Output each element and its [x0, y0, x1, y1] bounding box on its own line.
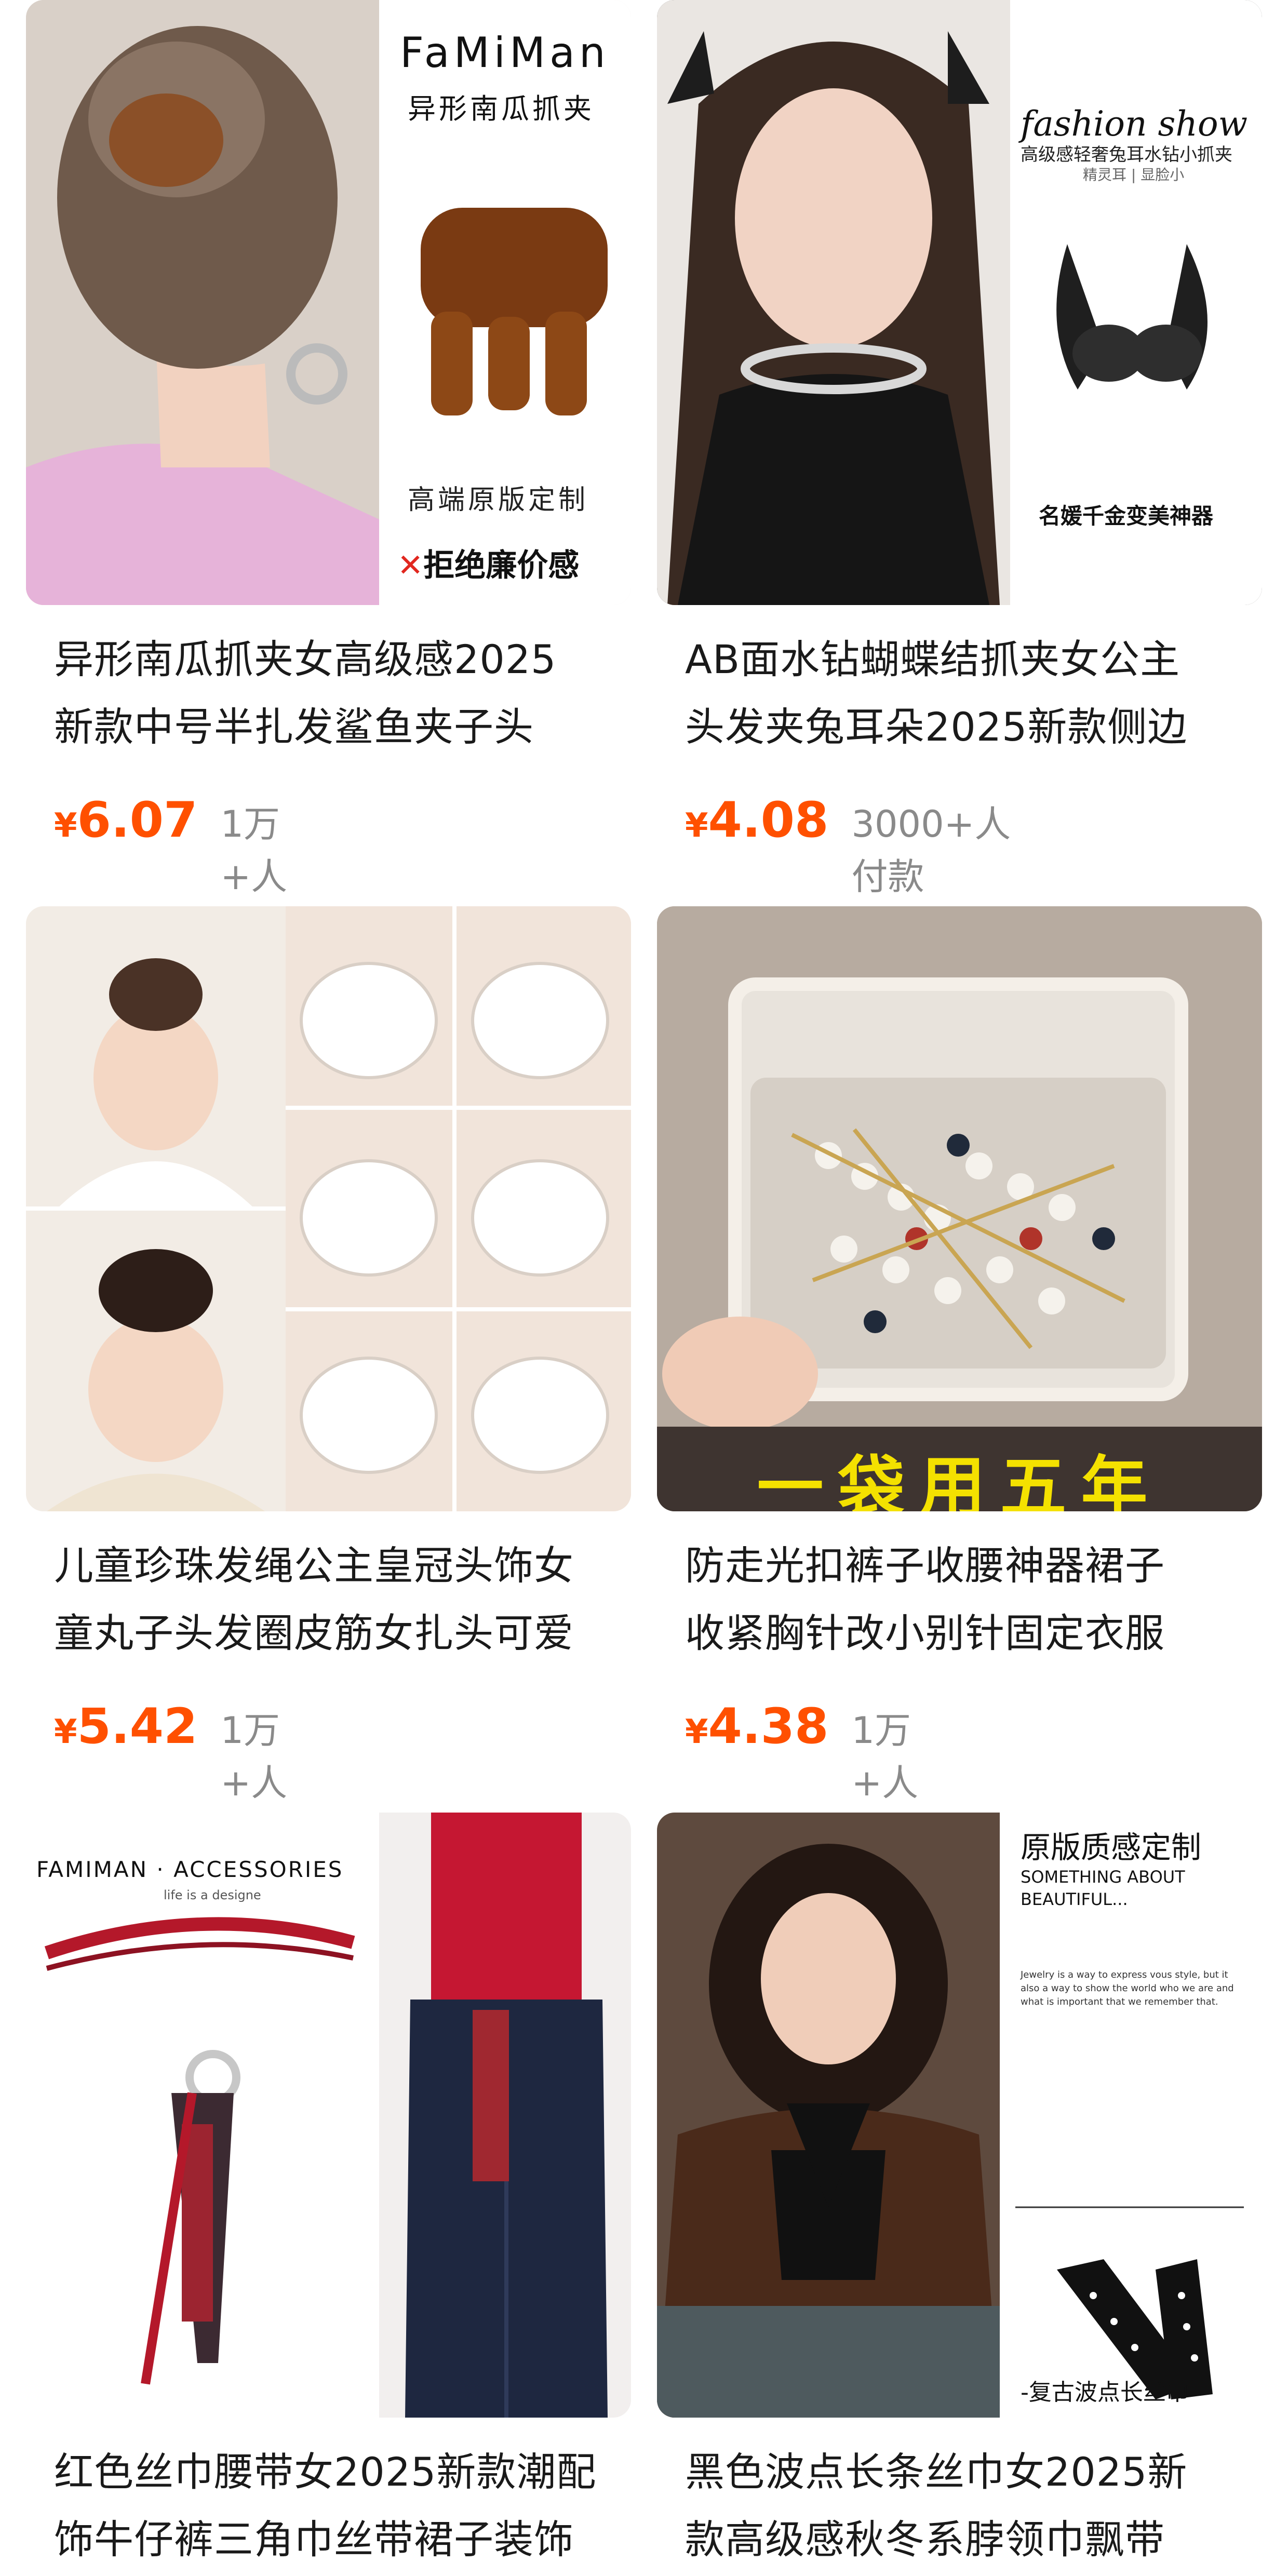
cross-icon: ✕	[397, 547, 424, 584]
product-title-1[interactable]: 异形南瓜抓夹女高级感2025 新款中号半扎发鲨鱼夹子头	[54, 626, 625, 761]
currency-symbol: ¥	[685, 1713, 708, 1751]
red-belt-photo	[26, 1813, 631, 2418]
image-subtitle: 异形南瓜抓夹	[408, 92, 595, 125]
image-english-2: BEAUTIFUL...	[1021, 1889, 1128, 1909]
currency-symbol: ¥	[54, 807, 77, 845]
brand-label: FaMiMan	[400, 29, 610, 77]
product-image-4[interactable]: 一袋用五年	[657, 906, 1262, 1511]
product-title-4[interactable]: 防走光扣裤子收腰神器裙子 收紧胸针改小别针固定衣服	[685, 1532, 1256, 1667]
image-tag-2-text: 拒绝廉价感	[423, 547, 580, 584]
image-small-text: 精灵耳 | 显脸小	[1083, 166, 1185, 183]
image-caption: -复古波点长丝巾-	[1021, 2379, 1197, 2406]
price-row-2: ¥ 4.08 3000+人付款	[685, 792, 1011, 898]
image-english-1: SOMETHING ABOUT	[1021, 1867, 1185, 1887]
image-headline: 原版质感定制	[1021, 1830, 1202, 1865]
polka-dot-scarf-photo	[657, 1813, 1262, 2418]
product-title-6[interactable]: 黑色波点长条丝巾女2025新 款高级感秋冬系脖领巾飘带	[685, 2438, 1256, 2573]
price-row-4: ¥ 4.38 1万+人付款	[685, 1698, 918, 1909]
price: 6.07	[77, 792, 198, 849]
product-feed: { "products": [ { "title": "异形南瓜抓夹女高级感20…	[0, 0, 1288, 2576]
sales-count: 3000+人付款	[851, 803, 1011, 898]
product-image-6[interactable]: 原版质感定制 SOMETHING ABOUT BEAUTIFUL... Jewe…	[657, 1813, 1262, 2418]
image-caption: 名媛千金变美神器	[1039, 503, 1214, 529]
image-subtitle: 高级感轻奢兔耳水钻小抓夹	[1021, 144, 1232, 165]
product-image-1[interactable]: FaMiMan 异形南瓜抓夹 高端原版定制 ✕拒绝廉价感	[26, 0, 631, 605]
price-row-3: ¥ 5.42 1万+人付款	[54, 1698, 287, 1909]
currency-symbol: ¥	[685, 807, 708, 845]
currency-symbol: ¥	[54, 1713, 77, 1751]
price: 5.42	[77, 1698, 198, 1755]
product-title-3[interactable]: 儿童珍珠发绳公主皇冠头饰女 童丸子头发圈皮筋女扎头可爱	[54, 1532, 625, 1667]
product-image-2[interactable]: fashion show 高级感轻奢兔耳水钻小抓夹 精灵耳 | 显脸小 名媛千金…	[657, 0, 1262, 605]
brand-label: FAMIMAN · ACCESSORIES	[36, 1857, 344, 1882]
image-banner: 一袋用五年	[757, 1449, 1162, 1511]
brand-label: fashion show	[1021, 104, 1248, 144]
price: 4.38	[708, 1698, 829, 1755]
image-tag-1: 高端原版定制	[408, 485, 589, 516]
image-body-text: Jewelry is a way to express vous style, …	[1021, 1969, 1234, 2007]
product-title-2[interactable]: AB面水钻蝴蝶结抓夹女公主 头发夹兔耳朵2025新款侧边	[685, 626, 1256, 761]
product-image-5[interactable]: FAMIMAN · ACCESSORIES life is a designe	[26, 1813, 631, 2418]
image-tag-2: ✕拒绝廉价感	[397, 540, 579, 585]
price: 4.08	[708, 792, 829, 849]
price-row-1: ¥ 6.07 1万+人付款	[54, 792, 287, 1003]
safety-pin-bag-photo	[657, 906, 1262, 1511]
pearl-crown-photo	[26, 906, 631, 1511]
image-small-text: life is a designe	[164, 1888, 261, 1902]
product-title-5[interactable]: 红色丝巾腰带女2025新款潮配 饰牛仔裤三角巾丝带裙子装饰	[54, 2438, 625, 2573]
product-image-3[interactable]	[26, 906, 631, 1511]
